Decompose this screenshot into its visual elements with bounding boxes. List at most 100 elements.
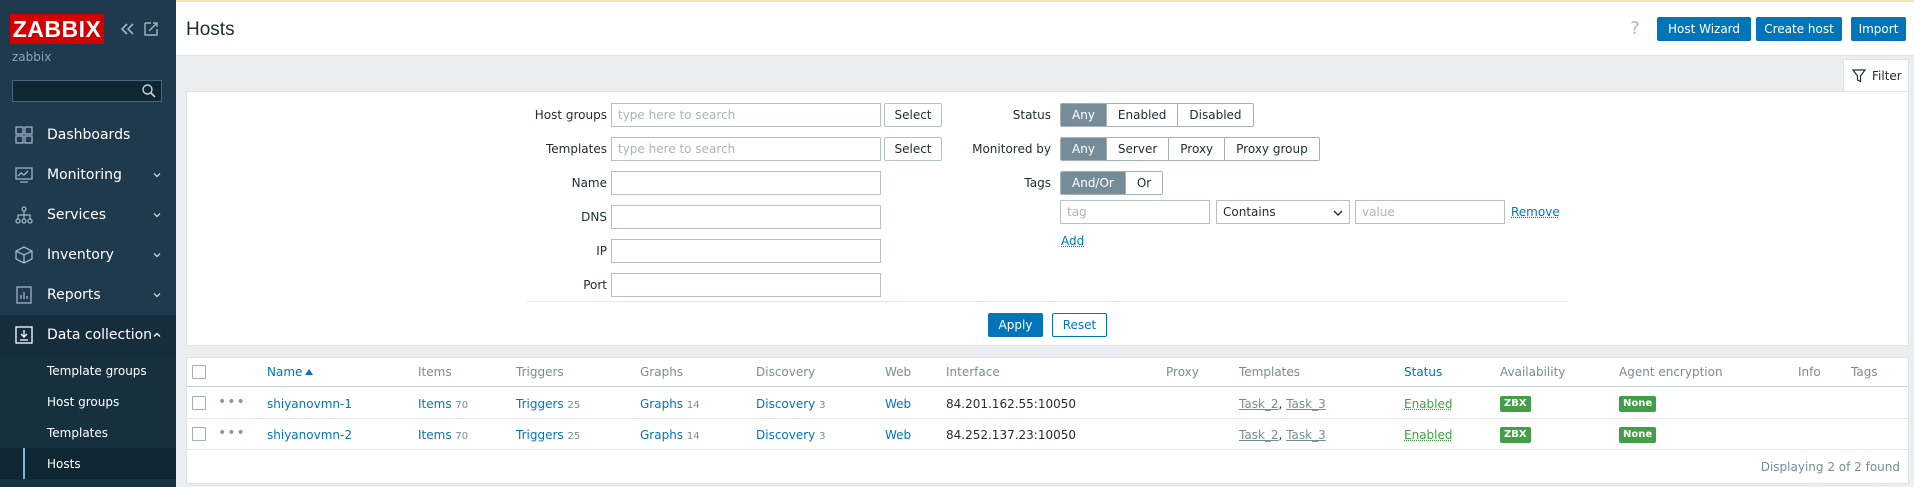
port-input[interactable] bbox=[611, 273, 881, 297]
templates-cell: Task_2, Task_3 bbox=[1239, 397, 1326, 411]
create-host-button[interactable]: Create host bbox=[1756, 17, 1842, 41]
status-enabled-link[interactable]: Enabled bbox=[1404, 397, 1453, 411]
inventory-icon bbox=[15, 246, 33, 264]
encryption-badge: None bbox=[1619, 396, 1657, 412]
row-divider bbox=[187, 449, 1908, 450]
monitored-any[interactable]: Any bbox=[1061, 138, 1107, 160]
template-link[interactable]: Task_3 bbox=[1286, 397, 1326, 411]
dns-input[interactable] bbox=[611, 205, 881, 229]
page-header: Hosts ? Host Wizard Create host Import bbox=[176, 2, 1914, 56]
nav-label: Data collection bbox=[47, 327, 153, 343]
web-link[interactable]: Web bbox=[885, 428, 911, 442]
nav-label: Reports bbox=[47, 287, 101, 303]
nav-monitoring[interactable]: Monitoring bbox=[0, 155, 176, 195]
availability-badge[interactable]: ZBX bbox=[1500, 396, 1531, 412]
column-header-templates: Templates bbox=[1239, 365, 1301, 379]
tags-label: Tags bbox=[1024, 176, 1051, 190]
templates-select-button[interactable]: Select bbox=[884, 137, 942, 161]
graphs-link[interactable]: Graphs bbox=[640, 428, 683, 442]
triggers-link[interactable]: Triggers bbox=[516, 428, 564, 442]
tag-input[interactable]: tag bbox=[1060, 200, 1210, 224]
status-enabled-link[interactable]: Enabled bbox=[1404, 428, 1453, 442]
more-actions-icon[interactable]: ••• bbox=[218, 394, 246, 410]
monitored-server[interactable]: Server bbox=[1106, 138, 1170, 160]
filter-tab[interactable]: Filter bbox=[1843, 59, 1909, 91]
sub-host-groups[interactable]: Host groups bbox=[0, 386, 176, 417]
help-icon[interactable]: ? bbox=[1626, 18, 1644, 40]
items-link[interactable]: Items bbox=[418, 397, 452, 411]
sub-templates[interactable]: Templates bbox=[0, 417, 176, 448]
host-groups-input[interactable]: type here to search bbox=[611, 103, 881, 127]
column-header-status[interactable]: Status bbox=[1404, 365, 1442, 379]
search-icon[interactable] bbox=[141, 83, 157, 99]
host-name-link[interactable]: shiyanovmn-1 bbox=[267, 397, 352, 411]
templates-input[interactable]: type here to search bbox=[611, 137, 881, 161]
ip-input[interactable] bbox=[611, 239, 881, 263]
hosts-table: Name Items Triggers Graphs Discovery Web… bbox=[186, 357, 1909, 484]
nav-label: Monitoring bbox=[47, 167, 122, 183]
tags-or[interactable]: Or bbox=[1125, 172, 1163, 194]
apply-button[interactable]: Apply bbox=[988, 313, 1043, 337]
template-link[interactable]: Task_2 bbox=[1239, 428, 1279, 442]
chevron-down-icon bbox=[153, 173, 161, 178]
more-actions-icon[interactable]: ••• bbox=[218, 425, 246, 441]
interface-value: 84.252.137.23:10050 bbox=[946, 428, 1077, 442]
web-link[interactable]: Web bbox=[885, 397, 911, 411]
template-link[interactable]: Task_3 bbox=[1286, 428, 1326, 442]
graphs-link[interactable]: Graphs bbox=[640, 397, 683, 411]
monitored-proxy[interactable]: Proxy bbox=[1169, 138, 1226, 160]
header-divider bbox=[187, 386, 1908, 387]
sub-hosts[interactable]: Hosts bbox=[0, 448, 176, 479]
reset-button[interactable]: Reset bbox=[1052, 313, 1107, 337]
items-link[interactable]: Items bbox=[418, 428, 452, 442]
discovery-link[interactable]: Discovery bbox=[756, 428, 815, 442]
tag-value-input[interactable]: value bbox=[1355, 200, 1505, 224]
status-disabled[interactable]: Disabled bbox=[1178, 104, 1253, 126]
zabbix-logo[interactable]: ZABBIX bbox=[10, 14, 104, 44]
discovery-cell: Discovery 3 bbox=[756, 397, 826, 411]
column-header-proxy: Proxy bbox=[1166, 365, 1199, 379]
chevron-down-icon bbox=[153, 213, 161, 218]
sub-label: Hosts bbox=[47, 456, 81, 471]
select-all-checkbox[interactable] bbox=[192, 365, 206, 379]
triggers-cell: Triggers 25 bbox=[516, 428, 580, 442]
column-header-availability: Availability bbox=[1500, 365, 1566, 379]
items-cell: Items 70 bbox=[418, 428, 468, 442]
monitored-proxy-group[interactable]: Proxy group bbox=[1225, 138, 1319, 160]
host-wizard-button[interactable]: Host Wizard bbox=[1657, 17, 1751, 41]
kiosk-mode-icon[interactable] bbox=[142, 20, 160, 38]
results-count: Displaying 2 of 2 found bbox=[1760, 460, 1900, 474]
template-link[interactable]: Task_2 bbox=[1239, 397, 1279, 411]
nav-services[interactable]: Services bbox=[0, 195, 176, 235]
column-header-name[interactable]: Name bbox=[267, 365, 314, 379]
name-label: Name bbox=[571, 176, 607, 190]
import-button[interactable]: Import bbox=[1851, 17, 1906, 41]
triggers-cell: Triggers 25 bbox=[516, 397, 580, 411]
collapse-sidebar-icon[interactable] bbox=[118, 20, 136, 38]
column-header-info: Info bbox=[1798, 365, 1821, 379]
nav-reports[interactable]: Reports bbox=[0, 275, 176, 315]
discovery-link[interactable]: Discovery bbox=[756, 397, 815, 411]
availability-badge[interactable]: ZBX bbox=[1500, 427, 1531, 443]
filter-divider bbox=[527, 301, 1567, 302]
sidebar-search-input[interactable] bbox=[12, 80, 162, 102]
row-checkbox[interactable] bbox=[192, 427, 206, 441]
triggers-count: 25 bbox=[567, 400, 581, 411]
nav-data-collection[interactable]: Data collection bbox=[0, 315, 176, 355]
host-name-link[interactable]: shiyanovmn-2 bbox=[267, 428, 352, 442]
tag-operator-select[interactable]: Contains bbox=[1216, 200, 1350, 224]
services-icon bbox=[15, 206, 33, 224]
remove-tag-link[interactable]: Remove bbox=[1511, 205, 1560, 219]
name-input[interactable] bbox=[611, 171, 881, 195]
row-checkbox[interactable] bbox=[192, 396, 206, 410]
dns-label: DNS bbox=[581, 210, 607, 224]
nav-inventory[interactable]: Inventory bbox=[0, 235, 176, 275]
sub-template-groups[interactable]: Template groups bbox=[0, 355, 176, 386]
host-groups-select-button[interactable]: Select bbox=[884, 103, 942, 127]
add-tag-link[interactable]: Add bbox=[1061, 234, 1084, 248]
tags-and-or[interactable]: And/Or bbox=[1061, 172, 1126, 194]
nav-dashboards[interactable]: Dashboards bbox=[0, 115, 176, 155]
status-enabled[interactable]: Enabled bbox=[1106, 104, 1179, 126]
triggers-link[interactable]: Triggers bbox=[516, 397, 564, 411]
status-any[interactable]: Any bbox=[1061, 104, 1107, 126]
